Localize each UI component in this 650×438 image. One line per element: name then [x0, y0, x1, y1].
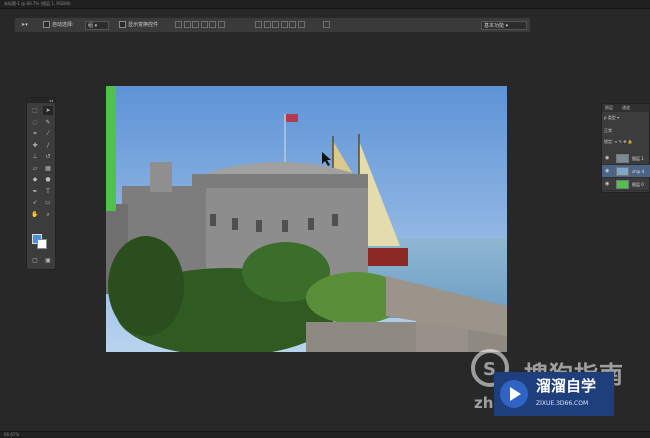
layer-thumbnail — [616, 167, 629, 176]
layer-name: 图层 0 — [632, 182, 644, 187]
eyedropper-tool-icon[interactable]: ⁄ — [43, 129, 53, 138]
healing-tool-icon[interactable]: ✚ — [30, 141, 40, 150]
tab-channels[interactable]: 通道 — [622, 105, 630, 111]
document-tab[interactable]: 未标题-1 @ 66.7% (图层 1, RGB/8) — [4, 1, 71, 7]
quick-select-tool-icon[interactable]: ✎ — [43, 118, 53, 127]
play-logo-icon — [500, 380, 528, 408]
align-right-icon[interactable] — [217, 21, 225, 28]
auto-align-button[interactable] — [323, 21, 330, 30]
layer-name: 图层 1 — [632, 156, 644, 161]
distribute-buttons — [255, 21, 305, 30]
brush-tool-icon[interactable]: ∕ — [43, 141, 53, 150]
history-brush-tool-icon[interactable]: ↺ — [43, 152, 53, 161]
stamp-tool-icon[interactable]: ⊥ — [30, 152, 40, 161]
gradient-tool-icon[interactable]: ▦ — [43, 164, 53, 173]
zixue-brand-text: 溜溜自学 — [536, 377, 597, 395]
hand-tool-icon[interactable]: ✋ — [30, 210, 40, 219]
castle-ship-image — [106, 86, 507, 352]
layers-panel: 图层 通道 ρ 类型 ▾ 正常 锁定: ▫ ✎ ✥ 🔒 ◉ 图层 1 ◉ ship-4… — [601, 103, 650, 193]
crop-tool-icon[interactable]: ⌗ — [30, 129, 40, 138]
tools-panel: ◂◂ ⬚ ➤ ◌ ✎ ⌗ ⁄ ✚ ∕ ⊥ ↺ ▱ ▦ ◆ ● ✒ T ➶ ▭ ✋ ⌕ ▢ ▣ — [26, 97, 56, 270]
blur-tool-icon[interactable]: ◆ — [30, 175, 40, 184]
dodge-tool-icon[interactable]: ● — [43, 175, 53, 184]
auto-align-icon — [323, 21, 330, 28]
zoom-readout[interactable]: 66.67% — [4, 432, 19, 438]
shape-tool-icon[interactable]: ▭ — [43, 198, 53, 207]
distribute-right-icon[interactable] — [297, 21, 305, 28]
type-tool-icon[interactable]: T — [43, 187, 53, 196]
distribute-left-icon[interactable] — [280, 21, 288, 28]
distribute-top-icon[interactable] — [255, 21, 262, 28]
auto-select-label: 自动选择: — [52, 22, 74, 28]
tab-layers[interactable]: 图层 — [605, 105, 613, 111]
checkbox-icon — [43, 21, 50, 28]
collapse-icon[interactable]: ◂◂ — [49, 98, 53, 103]
show-transform-checkbox[interactable]: 显示变换控件 — [119, 21, 158, 30]
filter-value: 类型 — [607, 115, 616, 120]
align-left-icon[interactable] — [200, 21, 208, 28]
workspace-dropdown[interactable]: 基本功能 ▾ — [481, 21, 527, 30]
align-bottom-icon[interactable] — [192, 21, 200, 28]
distribute-bottom-icon[interactable] — [272, 21, 280, 28]
document-tab-bar: 未标题-1 @ 66.7% (图层 1, RGB/8) — [0, 0, 650, 9]
distribute-center-icon[interactable] — [289, 21, 297, 28]
layer-name: ship-4 — [632, 169, 645, 174]
align-top-icon[interactable] — [175, 21, 182, 28]
blend-mode-dropdown[interactable]: 正常 — [604, 127, 612, 135]
lasso-tool-icon[interactable]: ◌ — [30, 118, 40, 127]
layer-thumbnail — [616, 180, 629, 189]
layer-row[interactable]: ◉ ship-4 — [602, 165, 650, 178]
align-center-icon[interactable] — [209, 21, 217, 28]
lock-label: 锁定: — [604, 139, 614, 144]
align-middle-icon[interactable] — [183, 21, 191, 28]
layer-row[interactable]: ◉ 图层 1 — [602, 152, 650, 165]
zixue-url-text: ZIXUE.3D66.COM — [536, 400, 589, 407]
screen-mode-icon[interactable]: ▣ — [43, 256, 53, 265]
options-bar: ➤▾ 自动选择: 组 ▾ 显示变换控件 基本功能 ▾ — [14, 17, 531, 33]
move-tool-icon[interactable]: ➤ — [43, 106, 53, 115]
lock-row: 锁定: ▫ ✎ ✥ 🔒 — [604, 139, 633, 144]
quick-mask-icon[interactable]: ▢ — [30, 256, 40, 265]
background-color-swatch[interactable] — [37, 239, 47, 249]
visibility-eye-icon[interactable]: ◉ — [605, 181, 609, 188]
align-buttons — [175, 21, 225, 30]
filter-dropdown[interactable]: ρ 类型 ▾ — [604, 114, 619, 122]
blend-mode-value: 正常 — [604, 128, 612, 133]
checkbox-icon — [119, 21, 126, 28]
pen-tool-icon[interactable]: ✒ — [30, 187, 40, 196]
auto-select-value: 组 — [88, 23, 94, 29]
show-transform-label: 显示变换控件 — [128, 22, 159, 28]
distribute-middle-icon[interactable] — [263, 21, 271, 28]
layers-panel-tabs: 图层 通道 — [602, 104, 649, 112]
zoom-tool-icon[interactable]: ⌕ — [43, 210, 53, 219]
path-select-tool-icon[interactable]: ➶ — [30, 198, 40, 207]
auto-select-checkbox[interactable]: 自动选择: — [43, 21, 74, 30]
move-tool-preset-icon[interactable]: ➤▾ — [21, 21, 28, 30]
auto-select-dropdown[interactable]: 组 ▾ — [85, 21, 109, 30]
sogou-domain-text: zh — [474, 394, 494, 412]
workspace-value: 基本功能 — [484, 23, 505, 29]
visibility-eye-icon[interactable]: ◉ — [605, 168, 609, 175]
zixue-watermark: 溜溜自学 ZIXUE.3D66.COM — [494, 372, 614, 416]
layer-row[interactable]: ◉ 图层 0 — [602, 178, 650, 191]
tools-panel-header[interactable]: ◂◂ — [27, 98, 55, 103]
document-canvas[interactable] — [106, 86, 507, 352]
layer-thumbnail — [616, 154, 629, 163]
visibility-eye-icon[interactable]: ◉ — [605, 155, 609, 162]
marquee-tool-icon[interactable]: ⬚ — [30, 106, 40, 115]
eraser-tool-icon[interactable]: ▱ — [30, 164, 40, 173]
